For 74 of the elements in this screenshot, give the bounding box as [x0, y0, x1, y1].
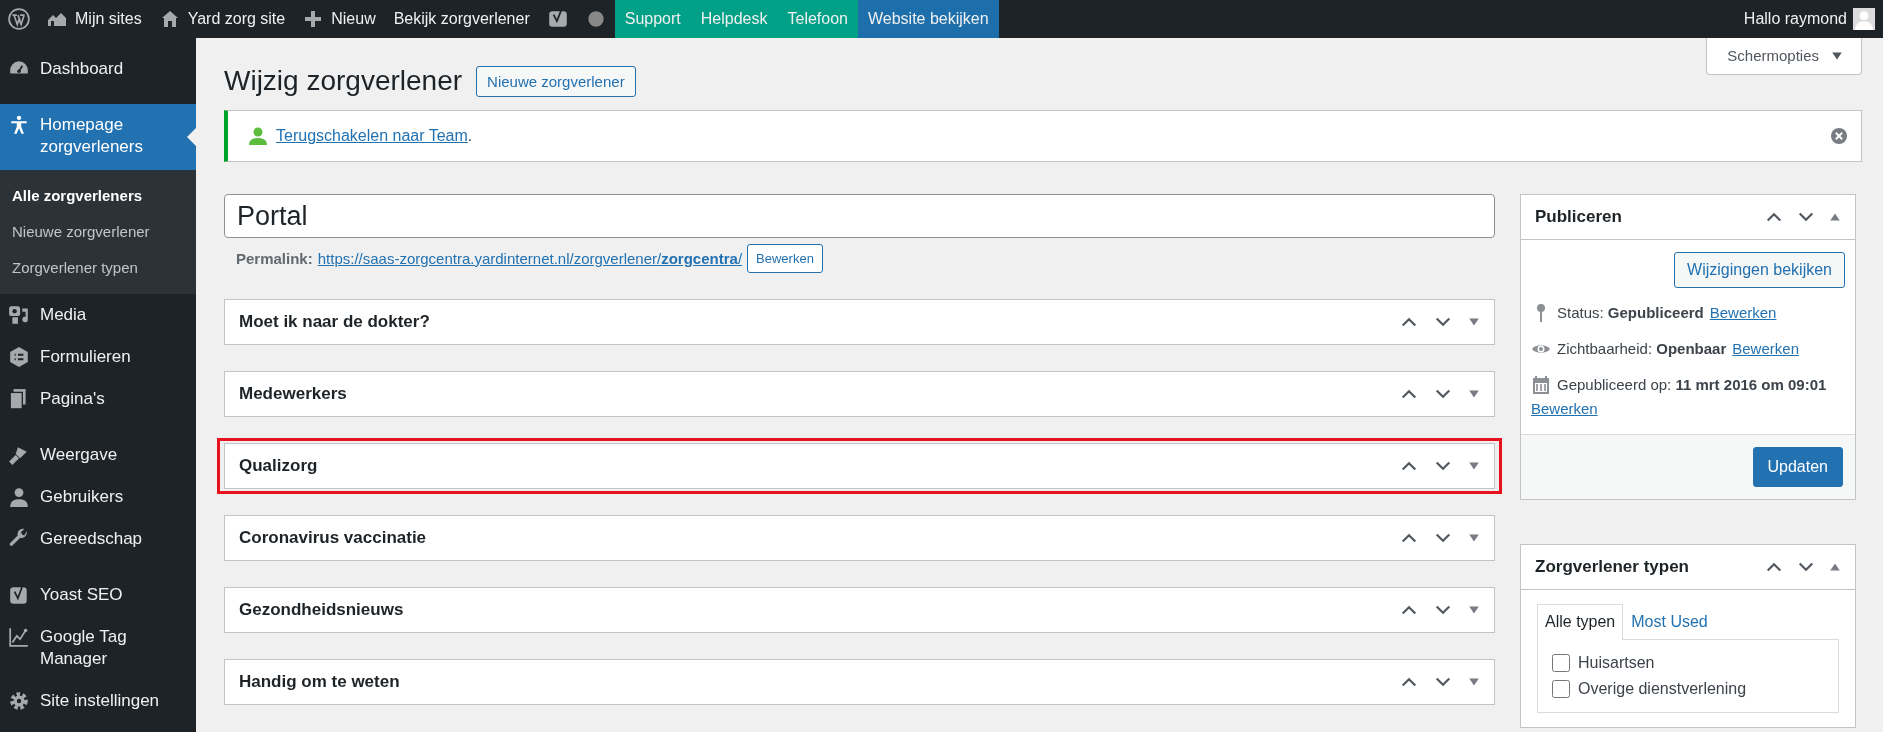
term-label: Overige dienstverlening [1578, 680, 1747, 698]
publish-info: Status: Gepubliceerd [1557, 303, 1704, 323]
user-icon [248, 126, 268, 146]
account-greeting[interactable]: Hallo raymond [1743, 10, 1847, 28]
user-icon [8, 486, 30, 508]
page-title: Wijzig zorgverlener [224, 64, 463, 98]
collapse-caret-icon[interactable] [1468, 604, 1480, 616]
add-new-button[interactable]: Nieuwe zorgverlener [476, 65, 636, 97]
sidebar-item[interactable]: Dashboard [0, 48, 196, 90]
switch-back-link[interactable]: Terugschakelen naar Team [276, 127, 468, 144]
metabox-title[interactable]: Gezondheidsnieuws [239, 600, 1384, 620]
sidebar-item[interactable]: Media [0, 294, 196, 336]
metabox-title[interactable]: Coronavirus vaccinatie [239, 528, 1384, 548]
form-icon [8, 346, 30, 368]
publish-info: Gepubliceerd op: 11 mrt 2016 om 09:01 [1557, 375, 1827, 395]
update-button[interactable]: Updaten [1752, 447, 1843, 487]
checkbox[interactable] [1552, 680, 1570, 698]
sidebar-item[interactable]: Homepage zorgverleners [0, 104, 196, 170]
collapse-caret-icon[interactable] [1468, 460, 1480, 472]
collapse-caret-icon[interactable] [1829, 561, 1841, 573]
metabox-title[interactable]: Moet ik naar de dokter? [239, 312, 1384, 332]
panel-title: Publiceren [1535, 207, 1623, 227]
publish-info: Zichtbaarheid: Openbaar [1557, 339, 1727, 359]
edit-link[interactable]: Bewerken [1709, 302, 1777, 324]
preview-button[interactable]: Wijzigingen bekijken [1674, 252, 1845, 288]
sidebar-item[interactable]: Google Tag Manager [0, 616, 196, 680]
sidebar-item[interactable]: Pagina's [0, 378, 196, 420]
edit-link[interactable]: Bewerken [1732, 338, 1799, 360]
metabox-title[interactable]: Medewerkers [239, 384, 1384, 404]
admin-bar-link[interactable]: Yard zorg site [150, 0, 295, 38]
admin-bar-link[interactable]: Nieuw [294, 0, 385, 38]
edit-button[interactable]: Bewerken [747, 244, 823, 273]
edit-link[interactable]: Bewerken [1531, 398, 1598, 420]
checkbox[interactable] [1552, 654, 1570, 672]
calendar-icon [1531, 375, 1551, 395]
admin-bar-link[interactable]: Mijn sites [38, 0, 151, 38]
submenu-item[interactable]: Nieuwe zorgverlener [0, 214, 196, 250]
admin-bar-link[interactable]: Bekijk zorgverlener [384, 0, 539, 38]
collapse-caret-icon[interactable] [1829, 211, 1841, 223]
sidebar-item[interactable]: Gereedschap [0, 518, 196, 560]
admin-bar-link[interactable]: Website bekijken [858, 0, 999, 38]
tab[interactable]: Alle typen [1537, 604, 1624, 640]
collapse-caret-icon[interactable] [1468, 532, 1480, 544]
notice-text: Terugschakelen naar Team. [276, 127, 473, 145]
term-label: Huisartsen [1578, 654, 1655, 672]
sidebar-item[interactable]: Yoast SEO [0, 574, 196, 616]
metabox-title[interactable]: Qualizorg [239, 456, 1384, 476]
permalink-label: Permalink: [236, 250, 313, 267]
collapse-caret-icon[interactable] [1468, 316, 1480, 328]
permalink-link[interactable]: https://saas-zorgcentra.yardinternet.nl/zorgverlener/zorgcentra/ [317, 250, 743, 267]
line-chart-icon [8, 626, 30, 648]
caret-icon [1831, 49, 1843, 62]
sidebar-item[interactable]: Weergave [0, 434, 196, 476]
panel-title: Zorgverlener typen [1535, 557, 1690, 577]
submenu-item[interactable]: Alle zorgverleners [0, 178, 196, 214]
sidebar-item[interactable]: Formulieren [0, 336, 196, 378]
yoast-icon [8, 584, 30, 606]
tab[interactable]: Most Used [1623, 604, 1716, 639]
sidebar-item[interactable]: Gebruikers [0, 476, 196, 518]
accessibility-icon [8, 114, 30, 136]
screen-options-button[interactable]: Schermopties [1706, 38, 1862, 75]
plus-icon [303, 9, 324, 29]
sidebar-item[interactable]: Site instellingen [0, 680, 196, 722]
settings-icon [8, 690, 30, 712]
wordpress-logo-icon[interactable] [8, 8, 30, 30]
close-icon[interactable] [1831, 128, 1847, 144]
collapse-caret-icon[interactable] [1468, 676, 1480, 688]
yoast-icon[interactable] [546, 8, 569, 30]
submenu-item[interactable]: Zorgverlener typen [0, 250, 196, 286]
media-icon [8, 304, 30, 326]
title-input[interactable]: Portal [224, 194, 1495, 238]
collapse-caret-icon[interactable] [1468, 388, 1480, 400]
metabox-title[interactable]: Handig om te weten [239, 672, 1384, 692]
avatar-icon [1853, 8, 1875, 30]
